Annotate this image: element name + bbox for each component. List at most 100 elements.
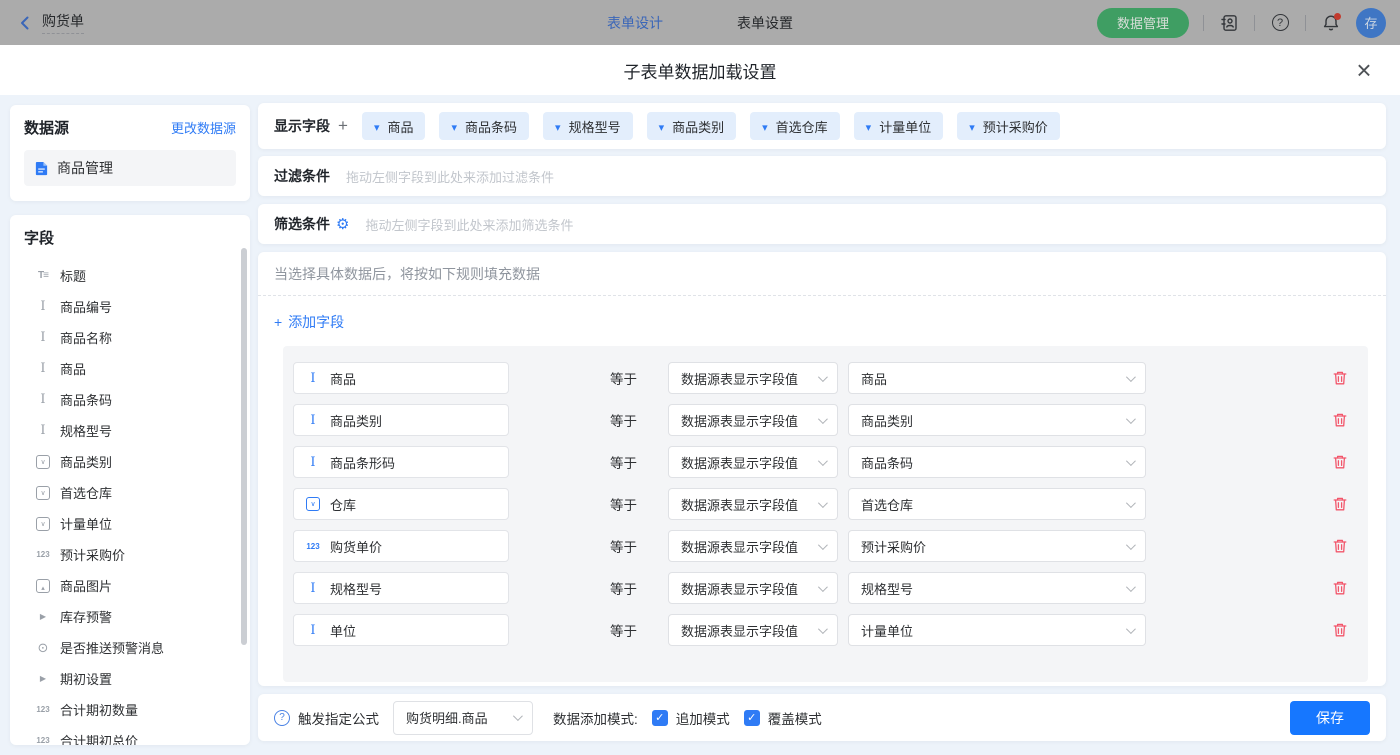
checkbox[interactable]: [652, 710, 668, 726]
source-field-select[interactable]: 首选仓库: [848, 488, 1146, 520]
source-value-select[interactable]: 数据源表显示字段值: [668, 446, 838, 478]
trigger-formula-select[interactable]: 购货明细.商品: [393, 701, 533, 735]
add-display-field-button[interactable]: +: [338, 116, 348, 136]
trigger-formula-label: 触发指定公式: [298, 708, 379, 728]
field-item[interactable]: 合计期初数量: [24, 694, 250, 725]
chevron-down-icon: [1126, 582, 1136, 592]
source-field-select[interactable]: 计量单位: [848, 614, 1146, 646]
chevron-down-icon: [1126, 498, 1136, 508]
tab-form-design[interactable]: 表单设计: [607, 13, 663, 33]
field-item[interactable]: 商品类别: [24, 446, 250, 477]
save-button[interactable]: 保存: [1290, 701, 1370, 735]
checkbox[interactable]: [744, 710, 760, 726]
text-icon: [34, 393, 52, 407]
rule-target-field[interactable]: 商品: [293, 362, 509, 394]
source-value-select[interactable]: 数据源表显示字段值: [668, 614, 838, 646]
scrollbar-thumb[interactable]: [241, 248, 247, 645]
field-item-label: 标题: [60, 266, 86, 285]
divider: [1305, 15, 1306, 31]
source-field-select[interactable]: 商品类别: [848, 404, 1146, 436]
rule-target-field[interactable]: 仓库: [293, 488, 509, 520]
field-item[interactable]: 预计采购价: [24, 539, 250, 570]
field-item-label: 商品类别: [60, 452, 112, 471]
field-item[interactable]: 商品条码: [24, 384, 250, 415]
field-item-label: 商品名称: [60, 328, 112, 347]
plus-icon: +: [274, 314, 282, 330]
field-item[interactable]: 首选仓库: [24, 477, 250, 508]
delete-icon[interactable]: [1332, 496, 1348, 512]
field-item[interactable]: 期初设置: [24, 663, 250, 694]
tab-form-settings[interactable]: 表单设置: [737, 13, 793, 33]
display-field-tag[interactable]: 预计采购价: [957, 112, 1060, 140]
field-item[interactable]: 商品: [24, 353, 250, 384]
change-datasource-link[interactable]: 更改数据源: [171, 118, 236, 137]
close-icon[interactable]: [1352, 58, 1376, 82]
source-value-select[interactable]: 数据源表显示字段值: [668, 362, 838, 394]
datasource-item[interactable]: 商品管理: [24, 150, 236, 186]
source-field-select[interactable]: 规格型号: [848, 572, 1146, 604]
field-item[interactable]: 商品图片: [24, 570, 250, 601]
chevron-down-icon: [1126, 624, 1136, 634]
rule-target-field[interactable]: 购货单价: [293, 530, 509, 562]
display-field-tag[interactable]: 规格型号: [543, 112, 633, 140]
field-item[interactable]: 库存预警: [24, 601, 250, 632]
source-value-select[interactable]: 数据源表显示字段值: [668, 488, 838, 520]
gear-icon[interactable]: [330, 215, 349, 234]
field-item[interactable]: 商品编号: [24, 291, 250, 322]
add-field-button[interactable]: + 添加字段: [274, 312, 344, 332]
delete-icon[interactable]: [1332, 622, 1348, 638]
display-field-tag[interactable]: 商品类别: [647, 112, 737, 140]
display-field-tag-label: 商品条码: [465, 117, 517, 136]
field-item[interactable]: 是否推送预警消息: [24, 632, 250, 663]
rule-target-field[interactable]: 单位: [293, 614, 509, 646]
field-item[interactable]: 规格型号: [24, 415, 250, 446]
field-item[interactable]: 商品名称: [24, 322, 250, 353]
source-field-select[interactable]: 预计采购价: [848, 530, 1146, 562]
mode-option[interactable]: 覆盖模式: [744, 708, 822, 728]
filter-condition-card[interactable]: 过滤条件 拖动左侧字段到此处来添加过滤条件: [258, 156, 1386, 196]
group-icon: [34, 672, 52, 686]
field-item[interactable]: 计量单位: [24, 508, 250, 539]
display-field-tag[interactable]: 商品条码: [439, 112, 529, 140]
rule-operator: 等于: [610, 410, 638, 430]
source-field-select[interactable]: 商品条码: [848, 446, 1146, 478]
notification-bell-icon[interactable]: [1320, 12, 1342, 34]
form-name-label[interactable]: 购货单: [42, 11, 84, 34]
chevron-down-icon: [1126, 540, 1136, 550]
help-icon[interactable]: ?: [1269, 12, 1291, 34]
text-icon: [34, 300, 52, 314]
delete-icon[interactable]: [1332, 454, 1348, 470]
data-manage-button[interactable]: 数据管理: [1097, 8, 1189, 38]
fill-rules-card: 当选择具体数据后，将按如下规则填充数据 + 添加字段 商品 等于 数据源表显示字…: [258, 252, 1386, 686]
text-icon: [304, 581, 322, 595]
field-item[interactable]: 标题: [24, 260, 250, 291]
field-item[interactable]: 合计期初总价: [24, 725, 250, 745]
address-book-icon[interactable]: [1218, 12, 1240, 34]
source-value-select[interactable]: 数据源表显示字段值: [668, 530, 838, 562]
source-field-text: 首选仓库: [861, 495, 913, 514]
display-field-tag[interactable]: 商品: [362, 112, 426, 140]
delete-icon[interactable]: [1332, 538, 1348, 554]
field-item-label: 合计期初总价: [60, 731, 138, 745]
source-value-select[interactable]: 数据源表显示字段值: [668, 572, 838, 604]
sift-condition-card[interactable]: 筛选条件 拖动左侧字段到此处来添加筛选条件: [258, 204, 1386, 244]
avatar[interactable]: 存: [1356, 8, 1386, 38]
display-field-tag[interactable]: 首选仓库: [750, 112, 840, 140]
back-button[interactable]: [16, 14, 34, 32]
delete-icon[interactable]: [1332, 412, 1348, 428]
delete-icon[interactable]: [1332, 370, 1348, 386]
rule-row: 单位 等于 数据源表显示字段值 计量单位: [293, 609, 1368, 651]
help-icon[interactable]: ?: [274, 710, 290, 726]
rule-target-field[interactable]: 商品条形码: [293, 446, 509, 478]
topbar: 购货单 表单设计 表单设置 数据管理 ?: [0, 0, 1400, 45]
display-field-tag[interactable]: 计量单位: [854, 112, 944, 140]
rule-target-field[interactable]: 规格型号: [293, 572, 509, 604]
filter-condition-label: 过滤条件: [274, 166, 330, 186]
source-value-select[interactable]: 数据源表显示字段值: [668, 404, 838, 436]
source-field-text: 规格型号: [861, 579, 913, 598]
rule-target-field[interactable]: 商品类别: [293, 404, 509, 436]
dialog-titlebar: 子表单数据加载设置: [0, 45, 1400, 95]
source-field-select[interactable]: 商品: [848, 362, 1146, 394]
mode-option[interactable]: 追加模式: [652, 708, 730, 728]
delete-icon[interactable]: [1332, 580, 1348, 596]
